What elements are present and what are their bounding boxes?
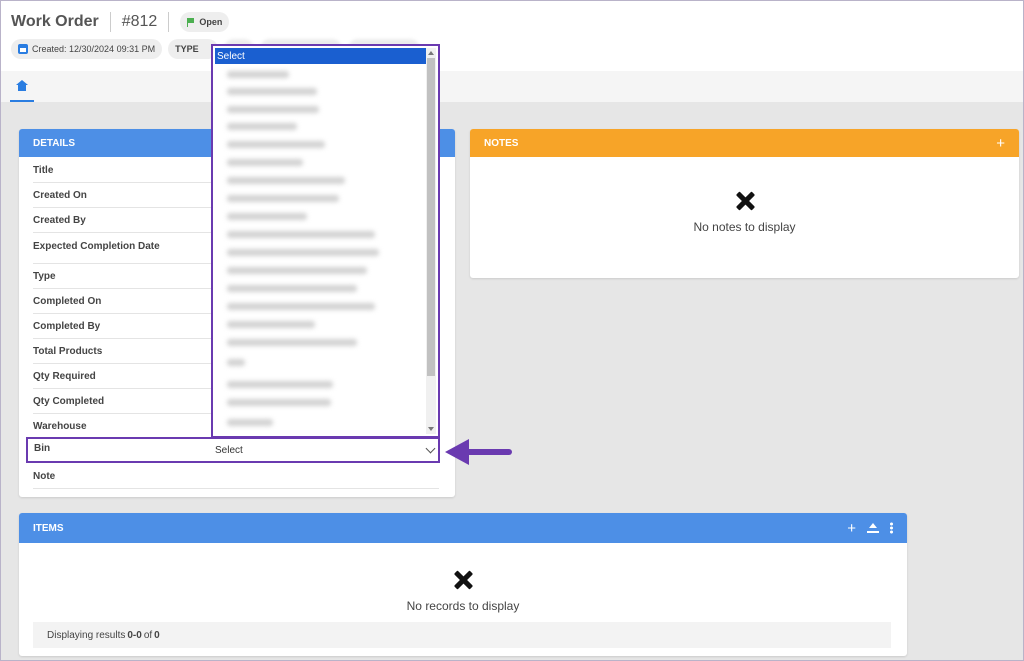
tab-bar bbox=[0, 71, 1024, 102]
items-toolbar: + bbox=[847, 521, 893, 536]
items-empty-text: No records to display bbox=[406, 599, 520, 613]
add-note-icon[interactable]: + bbox=[996, 136, 1005, 151]
page-title: Work Order bbox=[11, 13, 99, 30]
calendar-icon bbox=[18, 44, 28, 54]
annotation-arrow-icon bbox=[445, 439, 469, 465]
dropdown-option[interactable] bbox=[227, 231, 375, 238]
flag-icon bbox=[187, 17, 195, 27]
bin-label: Bin bbox=[34, 443, 51, 454]
scroll-thumb[interactable] bbox=[427, 58, 435, 376]
notes-panel: NOTES + No notes to display bbox=[470, 129, 1019, 278]
dropdown-option-selected[interactable]: Select bbox=[215, 48, 426, 64]
dropdown-option[interactable] bbox=[227, 159, 303, 166]
dropdown-option[interactable] bbox=[227, 195, 339, 202]
dropdown-option[interactable] bbox=[227, 213, 307, 220]
chevron-down-icon bbox=[425, 443, 436, 453]
bin-dropdown-list[interactable]: Select bbox=[211, 44, 440, 438]
items-heading: ITEMS bbox=[33, 522, 64, 534]
dropdown-scrollbar[interactable] bbox=[426, 48, 436, 434]
work-order-number: #812 bbox=[121, 13, 158, 30]
bin-select[interactable]: Select bbox=[213, 439, 438, 461]
details-heading: DETAILS bbox=[33, 137, 76, 149]
dropdown-option[interactable] bbox=[227, 267, 367, 274]
tab-home[interactable] bbox=[10, 71, 34, 102]
status-text: Open bbox=[199, 17, 223, 27]
created-text: Created: 12/30/2024 09:31 PM bbox=[32, 44, 156, 54]
dropdown-option[interactable] bbox=[227, 285, 357, 292]
add-item-icon[interactable]: + bbox=[847, 521, 856, 536]
bin-select-value: Select bbox=[215, 444, 243, 456]
dropdown-option[interactable] bbox=[227, 177, 345, 184]
dropdown-option[interactable] bbox=[227, 381, 333, 388]
annotation-arrow-shaft bbox=[466, 449, 512, 455]
dropdown-option[interactable] bbox=[227, 419, 273, 426]
created-chip: Created: 12/30/2024 09:31 PM bbox=[11, 39, 163, 59]
items-empty-state: No records to display bbox=[19, 569, 907, 613]
work-order-header: Work Order #812 Open Created: 12/30/2024… bbox=[0, 0, 1024, 71]
items-panel: ITEMS + No records to display Displaying… bbox=[19, 513, 907, 656]
type-label: TYPE bbox=[175, 44, 199, 54]
dropdown-option[interactable] bbox=[227, 303, 375, 310]
dropdown-option[interactable] bbox=[227, 321, 315, 328]
title-row: Work Order #812 Open bbox=[11, 11, 230, 33]
dropdown-option[interactable] bbox=[227, 123, 297, 130]
results-total: 0 bbox=[154, 629, 160, 641]
status-badge: Open bbox=[180, 12, 230, 32]
scroll-up-icon[interactable] bbox=[428, 51, 434, 55]
no-data-icon bbox=[734, 190, 756, 212]
results-summary: Displaying results 0-0 of 0 bbox=[33, 622, 891, 648]
dropdown-option[interactable] bbox=[227, 71, 289, 78]
dropdown-option[interactable] bbox=[227, 249, 379, 256]
home-icon bbox=[16, 80, 28, 91]
dropdown-option[interactable] bbox=[227, 106, 319, 113]
notes-empty-state: No notes to display bbox=[470, 190, 1019, 234]
dropdown-option[interactable] bbox=[227, 399, 331, 406]
detail-row-note: Note bbox=[33, 464, 439, 489]
dropdown-option[interactable] bbox=[227, 141, 325, 148]
scroll-down-icon[interactable] bbox=[428, 427, 434, 431]
dropdown-option[interactable] bbox=[227, 359, 245, 366]
title-divider bbox=[168, 12, 170, 32]
no-data-icon bbox=[452, 569, 474, 591]
dropdown-option[interactable] bbox=[227, 339, 357, 346]
notes-heading: NOTES bbox=[484, 137, 519, 149]
notes-empty-text: No notes to display bbox=[693, 220, 796, 234]
title-divider bbox=[109, 12, 111, 32]
upload-icon[interactable] bbox=[867, 522, 879, 534]
items-header: ITEMS + bbox=[19, 513, 907, 543]
results-range: 0-0 bbox=[127, 629, 142, 641]
dropdown-option[interactable] bbox=[227, 88, 317, 95]
more-options-icon[interactable] bbox=[890, 522, 893, 534]
notes-header: NOTES + bbox=[470, 129, 1019, 157]
